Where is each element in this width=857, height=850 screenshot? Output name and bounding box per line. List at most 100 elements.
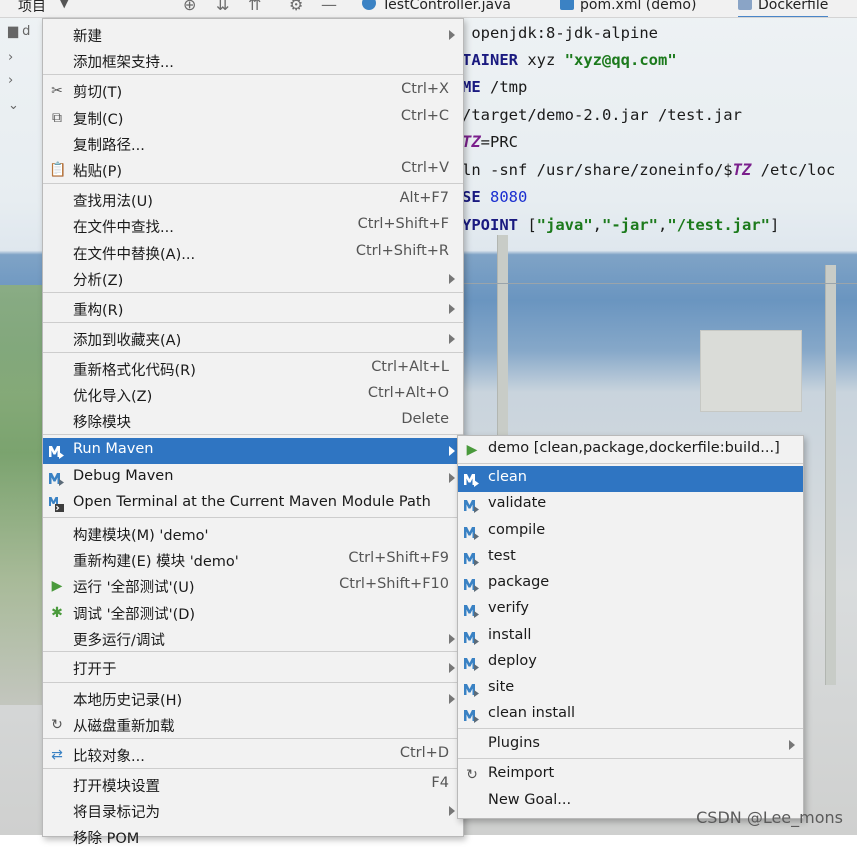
menu-item-label: install <box>488 627 532 643</box>
menu-item-在文件中查找[interactable]: 在文件中查找... Ctrl+Shift+F <box>43 213 463 239</box>
menu-item-label: 添加到收藏夹(A) <box>73 333 182 349</box>
expand-all-icon[interactable]: ⇈ <box>248 0 261 14</box>
menu-item-调试-全部测试-d[interactable]: ✱ 调试 '全部测试'(D) <box>43 600 463 626</box>
copy-icon: ⧉ <box>52 110 62 126</box>
code-line: TZ=PRC <box>462 133 518 151</box>
menu-item-open-terminal-at-the-current-maven-module-path[interactable]: Open Terminal at the Current Maven Modul… <box>43 491 463 517</box>
chevron-right-icon[interactable]: › <box>8 50 13 65</box>
tab-dockerfile[interactable]: Dockerfile <box>738 0 829 17</box>
menu-item-run-maven[interactable]: Run Maven <box>43 438 463 464</box>
menu-item-label: 移除模块 <box>73 415 131 431</box>
gear-icon[interactable]: ⚙ <box>289 0 303 14</box>
menu-item-label: 将目录标记为 <box>73 805 160 821</box>
menu-item-将目录标记为[interactable]: 将目录标记为 <box>43 798 463 824</box>
menu-item-新建[interactable]: 新建 <box>43 22 463 48</box>
project-context-menu: 新建 添加框架支持... ✂ 剪切(T) Ctrl+X ⧉ 复制(C) Ctrl+C 复制路径.… <box>42 18 464 847</box>
menu-item-从磁盘重新加载[interactable]: ↻ 从磁盘重新加载 <box>43 712 463 738</box>
menu-item-label: 打开模块设置 <box>73 779 160 795</box>
menu-item-查找用法-u[interactable]: 查找用法(U) Alt+F7 <box>43 187 463 213</box>
submenu-item-validate[interactable]: validate <box>458 492 803 518</box>
menu-item-添加到收藏夹-a[interactable]: 添加到收藏夹(A) <box>43 326 463 352</box>
menu-item-添加框架支持[interactable]: 添加框架支持... <box>43 48 463 74</box>
ide-toolbar: 项目 ▼ ⊕ ⇊ ⇈ ⚙ — TestController.java pom.x… <box>0 0 857 18</box>
menu-item-打开于[interactable]: 打开于 <box>43 655 463 681</box>
menu-item-label: 打开于 <box>73 662 117 678</box>
collapse-all-icon[interactable]: ⇊ <box>216 0 229 14</box>
menu-item-label: Open Terminal at the Current Maven Modul… <box>73 494 431 510</box>
submenu-item-verify[interactable]: verify <box>458 597 803 623</box>
power-line <box>460 283 857 284</box>
menu-item-移除-pom[interactable]: 移除 POM <box>43 824 463 850</box>
menu-item-构建模块-m-demo[interactable]: 构建模块(M) 'demo' <box>43 521 463 547</box>
tree-foliage <box>0 285 48 705</box>
submenu-item-plugins[interactable]: Plugins <box>458 732 803 758</box>
submenu-item-clean[interactable]: clean <box>458 466 803 492</box>
menu-item-debug-maven[interactable]: Debug Maven <box>43 465 463 491</box>
locate-icon[interactable]: ⊕ <box>183 0 196 14</box>
menu-item-label: New Goal... <box>488 792 572 808</box>
minimize-icon[interactable]: — <box>321 0 337 14</box>
submenu-arrow-icon <box>789 740 795 750</box>
menu-item-label: 调试 '全部测试'(D) <box>73 607 196 623</box>
run-icon: ▶ <box>51 578 63 594</box>
menu-separator <box>458 728 803 729</box>
maven-goal-icon <box>463 496 480 514</box>
submenu-item-compile[interactable]: compile <box>458 519 803 545</box>
submenu-item-demo-clean-package-dockerfile-build[interactable]: ▶ demo [clean,package,dockerfile:build...… <box>458 437 803 463</box>
chevron-right-icon[interactable]: › <box>8 73 13 88</box>
menu-item-label: verify <box>488 600 529 616</box>
menu-item-label: 剪切(T) <box>73 85 123 101</box>
utility-pole <box>825 265 836 685</box>
menu-item-shortcut: Ctrl+Shift+F9 <box>348 550 449 566</box>
reload-icon: ↻ <box>51 717 63 733</box>
project-view-label[interactable]: 项目 <box>18 0 46 16</box>
menu-item-label: 本地历史记录(H) <box>73 693 183 709</box>
tab-pom-xml[interactable]: pom.xml (demo) <box>560 0 696 16</box>
menu-item-label: 复制(C) <box>73 112 124 128</box>
menu-item-剪切-t[interactable]: ✂ 剪切(T) Ctrl+X <box>43 78 463 104</box>
submenu-item-site[interactable]: site <box>458 676 803 702</box>
tree-node[interactable]: ▆ d <box>8 24 30 39</box>
menu-item-label: demo [clean,package,dockerfile:build...] <box>488 440 780 456</box>
menu-item-复制-c[interactable]: ⧉ 复制(C) Ctrl+C <box>43 105 463 131</box>
menu-item-优化导入-z[interactable]: 优化导入(Z) Ctrl+Alt+O <box>43 382 463 408</box>
menu-item-打开模块设置[interactable]: 打开模块设置 F4 <box>43 772 463 798</box>
menu-item-重新构建-e-模块-demo[interactable]: 重新构建(E) 模块 'demo' Ctrl+Shift+F9 <box>43 547 463 573</box>
building <box>700 330 802 412</box>
menu-item-label: 优化导入(Z) <box>73 389 153 405</box>
submenu-item-test[interactable]: test <box>458 545 803 571</box>
menu-item-在文件中替换-a[interactable]: 在文件中替换(A)... Ctrl+Shift+R <box>43 240 463 266</box>
menu-item-本地历史记录-h[interactable]: 本地历史记录(H) <box>43 686 463 712</box>
code-editor[interactable]: openjdk:8-jdk-alpine TAINER xyz "xyz@qq.… <box>462 20 857 260</box>
menu-item-label: validate <box>488 495 547 511</box>
code-line: openjdk:8-jdk-alpine <box>471 24 658 42</box>
menu-item-重新格式化代码-r[interactable]: 重新格式化代码(R) Ctrl+Alt+L <box>43 356 463 382</box>
run-maven-submenu: ▶ demo [clean,package,dockerfile:build...… <box>457 435 804 819</box>
submenu-item-install[interactable]: install <box>458 624 803 650</box>
menu-item-比较对象[interactable]: ⇄ 比较对象... Ctrl+D <box>43 742 463 768</box>
submenu-item-clean-install[interactable]: clean install <box>458 702 803 728</box>
menu-item-分析-z[interactable]: 分析(Z) <box>43 266 463 292</box>
menu-item-label: Debug Maven <box>73 468 174 484</box>
menu-item-label: Plugins <box>488 735 540 751</box>
menu-item-更多运行-调试[interactable]: 更多运行/调试 <box>43 626 463 652</box>
folder-icon: ▆ <box>8 24 18 39</box>
code-line: YPOINT ["java","-jar","/test.jar"] <box>462 216 780 234</box>
menu-item-label: package <box>488 574 550 590</box>
menu-item-移除模块[interactable]: 移除模块 Delete <box>43 408 463 434</box>
submenu-arrow-icon <box>449 304 455 314</box>
tab-testcontroller[interactable]: TestController.java <box>362 0 511 16</box>
menu-separator <box>43 74 463 75</box>
menu-item-shortcut: Ctrl+Shift+R <box>355 243 449 259</box>
menu-item-粘贴-p[interactable]: 📋 粘贴(P) Ctrl+V <box>43 157 463 183</box>
submenu-item-deploy[interactable]: deploy <box>458 650 803 676</box>
maven-icon <box>48 469 65 487</box>
submenu-item-reimport[interactable]: ↻ Reimport <box>458 762 803 788</box>
maven-goal-icon <box>463 601 480 619</box>
chevron-down-icon[interactable]: ▼ <box>60 0 68 10</box>
chevron-down-icon[interactable]: ⌄ <box>8 98 19 113</box>
menu-item-运行-全部测试-u[interactable]: ▶ 运行 '全部测试'(U) Ctrl+Shift+F10 <box>43 573 463 599</box>
menu-item-重构-r[interactable]: 重构(R) <box>43 296 463 322</box>
submenu-item-package[interactable]: package <box>458 571 803 597</box>
menu-item-复制路径[interactable]: 复制路径... <box>43 131 463 157</box>
